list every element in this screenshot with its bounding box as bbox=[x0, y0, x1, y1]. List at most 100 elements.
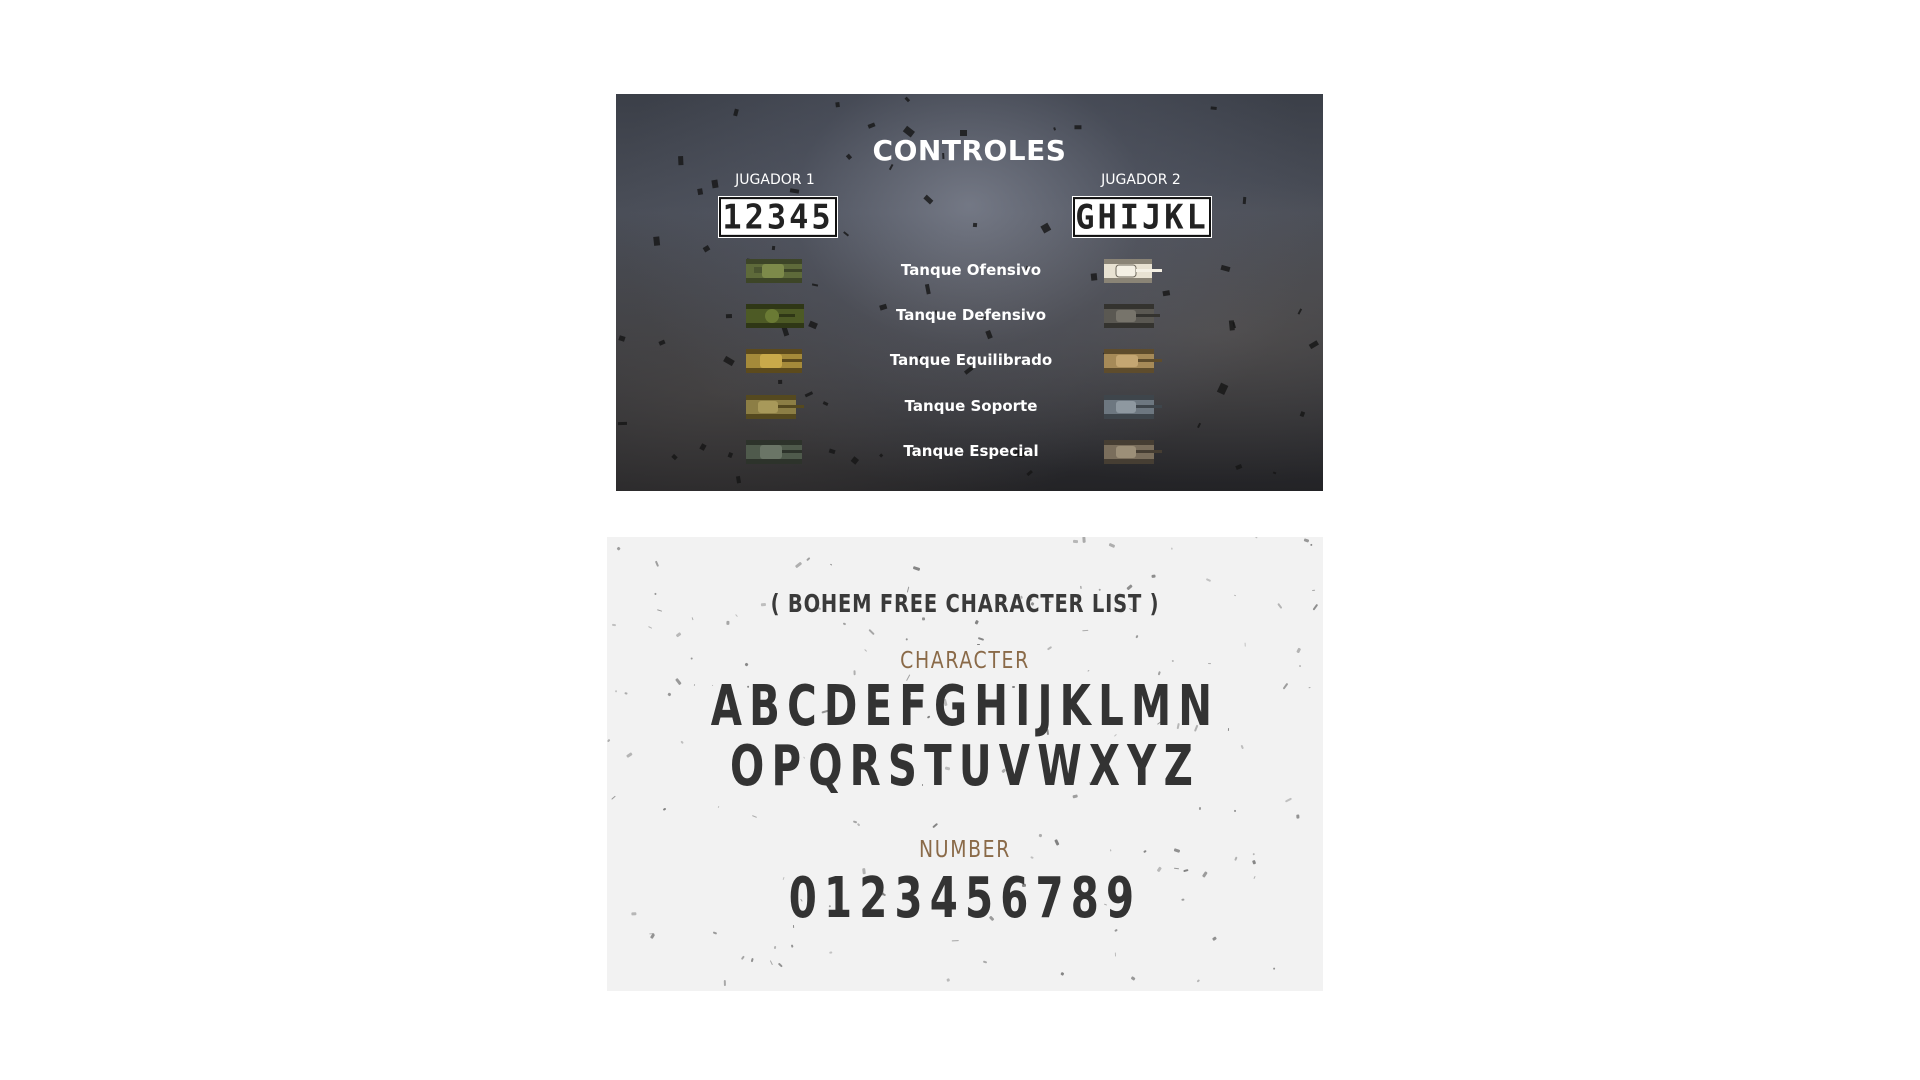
debris-fragment bbox=[1209, 106, 1217, 111]
digits-line: 0123456789 bbox=[788, 866, 1142, 931]
alphabet-line-1: ABCDEFGHIJKLMN bbox=[710, 674, 1220, 739]
speck bbox=[769, 960, 773, 965]
charlist-title: ( BOHEM FREE CHARACTER LIST ) bbox=[770, 589, 1160, 618]
tank-icon bbox=[746, 304, 804, 328]
speck bbox=[1233, 810, 1237, 813]
debris-fragment bbox=[972, 222, 978, 228]
speck bbox=[1211, 936, 1218, 942]
speck bbox=[616, 547, 621, 552]
debris-fragment bbox=[1040, 222, 1052, 234]
speck bbox=[1253, 875, 1257, 880]
tank-icon bbox=[1104, 395, 1162, 419]
speck bbox=[830, 563, 833, 567]
speck bbox=[905, 637, 908, 641]
speck bbox=[843, 622, 847, 626]
speck bbox=[795, 561, 803, 569]
debris-fragment bbox=[1196, 422, 1201, 429]
debris-fragment bbox=[1273, 471, 1278, 476]
tank-row-ofensivo[interactable]: Tanque Ofensivo bbox=[616, 256, 1323, 286]
speck bbox=[625, 752, 633, 759]
debris-fragment bbox=[904, 96, 911, 103]
tank-icon bbox=[746, 395, 804, 419]
debris-fragment bbox=[923, 194, 933, 204]
speck bbox=[1284, 797, 1292, 803]
number-heading: NUMBER bbox=[919, 837, 1011, 863]
tank-row-soporte[interactable]: Tanque Soporte bbox=[616, 392, 1323, 422]
speck bbox=[654, 592, 658, 596]
tank-icon bbox=[746, 349, 802, 373]
tank-label: Tanque Soporte bbox=[904, 397, 1038, 415]
debris-fragment bbox=[1162, 290, 1170, 297]
speck bbox=[717, 806, 720, 809]
speck bbox=[857, 823, 861, 827]
speck bbox=[978, 636, 985, 641]
debris-fragment bbox=[617, 334, 626, 342]
debris-fragment bbox=[778, 379, 783, 384]
speck bbox=[975, 620, 980, 625]
speck bbox=[952, 939, 959, 942]
tank-icon bbox=[1104, 304, 1160, 328]
speck bbox=[1113, 952, 1116, 957]
speck bbox=[982, 960, 988, 965]
speck bbox=[740, 955, 745, 960]
speck bbox=[630, 911, 637, 916]
debris-fragment bbox=[1074, 125, 1082, 130]
speck bbox=[1273, 967, 1276, 970]
tank-icon bbox=[746, 440, 802, 464]
speck bbox=[1303, 538, 1310, 543]
player1-label: JUGADOR 1 bbox=[735, 172, 815, 188]
speck bbox=[1310, 543, 1313, 547]
debris-fragment bbox=[1243, 197, 1247, 204]
speck bbox=[1130, 975, 1137, 981]
debris-fragment bbox=[736, 476, 742, 485]
tank-icon bbox=[746, 259, 802, 283]
speck bbox=[662, 807, 667, 812]
controls-panel: CONTROLES JUGADOR 1 JUGADOR 2 12345 GHIJ… bbox=[616, 94, 1323, 491]
speck bbox=[750, 957, 754, 963]
speck bbox=[726, 620, 730, 625]
speck bbox=[912, 566, 921, 572]
speck bbox=[675, 677, 682, 686]
speck bbox=[1135, 634, 1138, 639]
debris-fragment bbox=[696, 188, 703, 196]
debris-fragment bbox=[1053, 126, 1056, 131]
speck bbox=[1296, 647, 1302, 654]
speck bbox=[774, 945, 777, 950]
speck bbox=[1108, 542, 1116, 548]
canvas: CONTROLES JUGADOR 1 JUGADOR 2 12345 GHIJ… bbox=[0, 0, 1920, 1080]
speck bbox=[610, 795, 616, 800]
debris-fragment bbox=[658, 339, 666, 346]
speck bbox=[1255, 537, 1258, 539]
speck bbox=[752, 815, 758, 818]
tank-label: Tanque Ofensivo bbox=[900, 261, 1042, 279]
tank-row-especial[interactable]: Tanque Especial bbox=[616, 437, 1323, 467]
speck bbox=[868, 629, 875, 636]
speck bbox=[1152, 574, 1156, 578]
speck bbox=[976, 644, 981, 646]
speck bbox=[1244, 643, 1246, 648]
alphabet-line-2: OPQRSTUVWXYZ bbox=[729, 734, 1201, 799]
speck bbox=[624, 691, 628, 695]
speck bbox=[607, 738, 611, 743]
speck bbox=[647, 626, 653, 630]
debris-fragment bbox=[701, 244, 711, 253]
speck bbox=[805, 556, 811, 562]
speck bbox=[1311, 589, 1315, 591]
debris-fragment bbox=[653, 236, 661, 246]
player1-keys: 12345 bbox=[719, 197, 837, 237]
tank-row-defensivo[interactable]: Tanque Defensivo bbox=[616, 301, 1323, 331]
speck bbox=[648, 932, 655, 935]
speck bbox=[931, 822, 938, 829]
charlist-panel: ( BOHEM FREE CHARACTER LIST ) CHARACTER … bbox=[607, 537, 1323, 991]
speck bbox=[655, 560, 660, 568]
debris-fragment bbox=[789, 188, 799, 194]
speck bbox=[614, 689, 618, 693]
tank-row-equilibrado[interactable]: Tanque Equilibrado bbox=[616, 346, 1323, 376]
speck bbox=[712, 931, 718, 935]
controls-title: CONTROLES bbox=[872, 134, 1067, 167]
speck bbox=[667, 692, 672, 696]
character-heading: CHARACTER bbox=[900, 648, 1030, 674]
debris-fragment bbox=[618, 422, 628, 426]
speck bbox=[1072, 540, 1079, 544]
debris-fragment bbox=[842, 231, 849, 238]
